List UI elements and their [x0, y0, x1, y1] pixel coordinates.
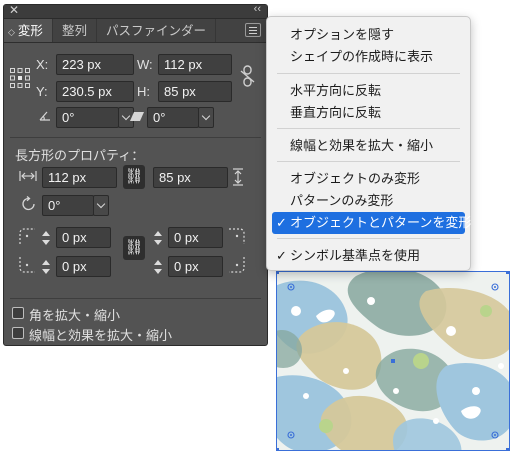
tab-transform-label: 変形 [17, 24, 43, 38]
rect-height-input[interactable]: 85 px [153, 167, 228, 188]
menu-item-label: 垂直方向に反転 [290, 105, 382, 120]
shear-input[interactable]: 0° [147, 107, 199, 128]
menu-item-scale-strokes[interactable]: 線幅と効果を拡大・縮小 [267, 135, 470, 157]
panel-titlebar: ✕ ‹‹ [4, 3, 267, 19]
panel-grip-icon: ◇ [8, 27, 15, 37]
menu-item-flip-horizontal[interactable]: 水平方向に反転 [267, 80, 470, 102]
section-divider [10, 137, 261, 138]
rect-height-icon [233, 168, 243, 186]
tab-pathfinder[interactable]: パスファインダー [97, 19, 216, 42]
menu-item-label: オプションを隠す [290, 27, 395, 42]
panel-menu-icon[interactable] [245, 23, 261, 37]
reference-point-icon[interactable] [9, 67, 31, 89]
menu-item-label: シンボル基準点を使用 [290, 248, 421, 263]
checkmark-icon: ✓ [276, 248, 287, 263]
menu-item-transform-object-only[interactable]: オブジェクトのみ変形 [267, 168, 470, 190]
section-divider [10, 298, 261, 299]
menu-item-flip-vertical[interactable]: 垂直方向に反転 [267, 102, 470, 124]
corner-bl-stepper[interactable] [42, 258, 52, 277]
rect-properties-title: 長方形のプロパティ： [15, 148, 145, 163]
rect-width-icon [19, 171, 37, 181]
shear-dropdown-button[interactable] [198, 107, 214, 128]
corner-top-left-icon [19, 228, 35, 244]
w-label: W: [137, 57, 153, 72]
corner-top-right-icon [229, 228, 245, 244]
h-label: H: [137, 84, 150, 99]
scale-strokes-label: 線幅と効果を拡大・縮小 [29, 328, 173, 343]
rect-width-input[interactable]: 112 px [42, 167, 117, 188]
panel-tabs: ◇ 変形 整列 パスファインダー [4, 19, 267, 43]
menu-item-hide-options[interactable]: オプションを隠す [267, 24, 470, 46]
angle-input[interactable]: 0° [56, 107, 119, 128]
menu-item-label: 線幅と効果を拡大・縮小 [290, 138, 434, 153]
close-icon[interactable]: ✕ [9, 3, 19, 17]
corner-bottom-left-icon [19, 257, 35, 273]
panel-options-menu: オプションを隠す シェイプの作成時に表示 水平方向に反転 垂直方向に反転 線幅と… [266, 16, 471, 271]
constrain-proportions-icon[interactable] [240, 65, 256, 87]
menu-separator [277, 238, 460, 239]
pattern-artwork[interactable] [276, 271, 510, 451]
angle-dropdown[interactable]: 0° [56, 107, 134, 128]
menu-item-show-on-shape-creation[interactable]: シェイプの作成時に表示 [267, 46, 470, 68]
corner-bl-input[interactable]: 0 px [56, 256, 111, 277]
rect-angle-input[interactable]: 0° [42, 195, 94, 216]
scale-corners-label: 角を拡大・縮小 [29, 308, 121, 323]
menu-item-use-symbol-registration[interactable]: ✓ シンボル基準点を使用 [267, 245, 470, 267]
chevron-down-icon [201, 111, 211, 121]
corner-tr-input[interactable]: 0 px [168, 227, 223, 248]
height-input[interactable]: 85 px [158, 81, 232, 102]
corner-tl-input[interactable]: 0 px [56, 227, 111, 248]
shear-dropdown[interactable]: 0° [147, 107, 214, 128]
corner-tl-stepper[interactable] [42, 229, 52, 248]
transform-panel: ✕ ‹‹ ◇ 変形 整列 パスファインダー X: 223 px Y: 230.5 … [3, 3, 268, 346]
corner-br-stepper[interactable] [154, 258, 164, 277]
rotate-icon [22, 196, 35, 211]
rect-angle-dropdown[interactable]: 0° [42, 195, 109, 216]
scale-strokes-checkbox[interactable] [12, 327, 24, 339]
menu-item-transform-pattern-only[interactable]: パターンのみ変形 [267, 190, 470, 212]
collapse-icon[interactable]: ‹‹ [254, 3, 261, 15]
scale-corners-checkbox[interactable] [12, 307, 24, 319]
shear-icon [130, 112, 144, 121]
width-input[interactable]: 112 px [158, 54, 232, 75]
corner-br-input[interactable]: 0 px [168, 256, 223, 277]
corner-tr-stepper[interactable] [154, 229, 164, 248]
menu-item-transform-both[interactable]: ✓ オブジェクトとパターンを変形 [272, 212, 471, 234]
x-label: X: [36, 57, 49, 72]
menu-item-label: シェイプの作成時に表示 [290, 49, 434, 64]
menu-item-label: オブジェクトのみ変形 [290, 171, 421, 186]
corner-link-icon[interactable]: ⛓ [123, 236, 145, 260]
y-input[interactable]: 230.5 px [56, 81, 134, 102]
checkmark-icon: ✓ [276, 215, 287, 230]
y-label: Y: [36, 84, 48, 99]
x-input[interactable]: 223 px [56, 54, 134, 75]
rotate-angle-icon [39, 111, 50, 121]
chevron-down-icon [96, 199, 106, 209]
corner-bottom-right-icon [229, 257, 245, 273]
menu-item-label: オブジェクトとパターンを変形 [290, 215, 472, 230]
link-icon[interactable]: ⛓ [123, 165, 145, 189]
menu-separator [277, 128, 460, 129]
rect-angle-dropdown-button[interactable] [93, 195, 109, 216]
menu-item-label: 水平方向に反転 [290, 83, 382, 98]
tab-align[interactable]: 整列 [53, 19, 97, 42]
tab-transform[interactable]: ◇ 変形 [4, 19, 53, 42]
menu-separator [277, 73, 460, 74]
menu-separator [277, 161, 460, 162]
menu-item-label: パターンのみ変形 [290, 193, 394, 208]
